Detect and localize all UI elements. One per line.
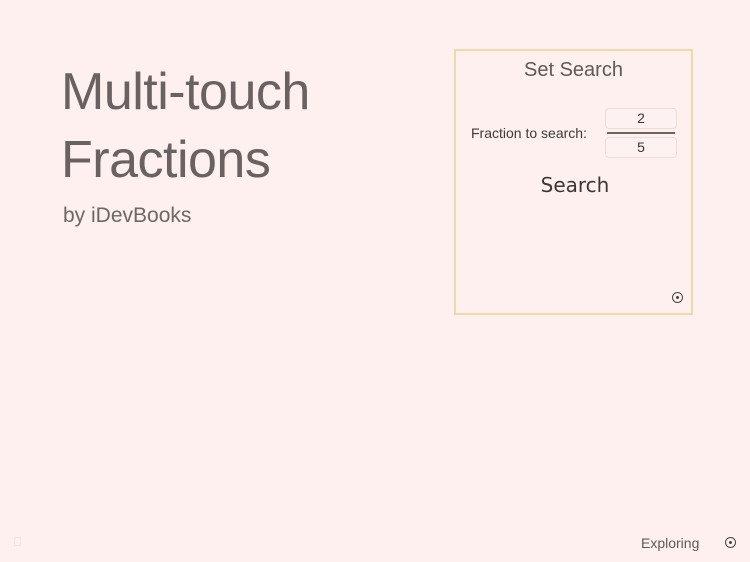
mode-label: Exploring <box>641 535 700 551</box>
denominator-field[interactable]: 5 <box>605 137 677 158</box>
app-title-line2: Fractions <box>61 131 271 189</box>
search-button[interactable]: Search <box>516 173 634 197</box>
fraction-bar <box>607 132 675 134</box>
target-icon[interactable] <box>672 292 683 303</box>
panel-title: Set Search <box>524 59 623 81</box>
set-search-panel: Set Search Fraction to search: 2 5 Searc… <box>454 49 693 315</box>
mode-target-icon[interactable] <box>725 537 736 548</box>
fraction-label: Fraction to search: <box>471 125 587 141</box>
byline: by iDevBooks <box>63 204 192 227</box>
app-title: Multi-touch Fractions <box>61 58 310 194</box>
app-title-line1: Multi-touch <box>61 63 310 121</box>
corner-marker <box>14 537 21 546</box>
numerator-field[interactable]: 2 <box>605 108 677 129</box>
